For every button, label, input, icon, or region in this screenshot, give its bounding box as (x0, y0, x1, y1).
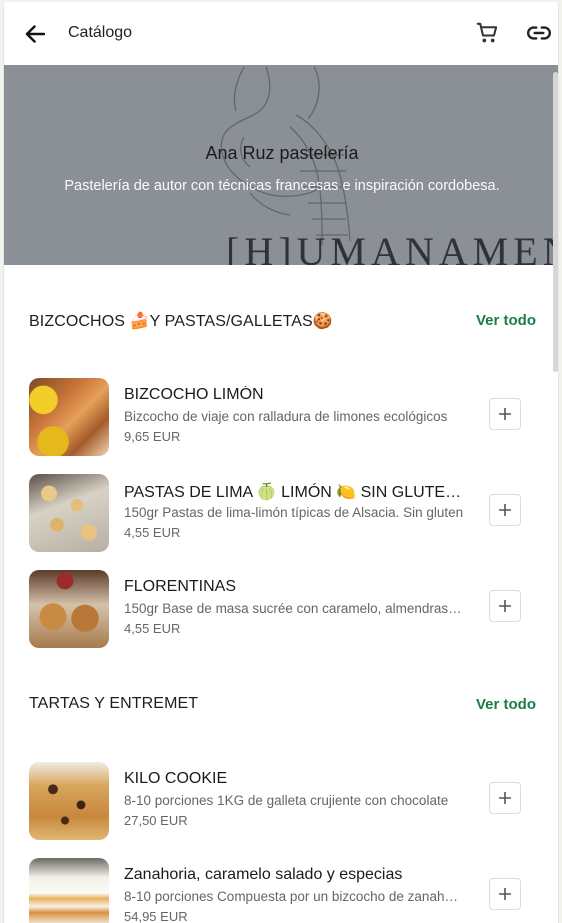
add-to-cart-button[interactable] (489, 782, 521, 814)
product-name: FLORENTINAS (124, 578, 237, 595)
plus-icon (499, 888, 511, 900)
cart-button[interactable] (475, 20, 501, 46)
see-all-link[interactable]: Ver todo (476, 696, 536, 713)
product-price: 27,50 EUR (124, 813, 188, 828)
product-image (29, 762, 109, 840)
product-item[interactable]: PASTAS DE LIMA 🍈 LIMÓN 🍋 SIN GLUTEN… 150… (4, 472, 558, 554)
product-name: Zanahoria, caramelo salado y especias (124, 866, 403, 883)
back-button[interactable] (22, 21, 48, 47)
product-description: 8-10 porciones Compuesta por un bizcocho… (124, 889, 464, 904)
shopping-cart-icon (476, 22, 498, 43)
product-price: 4,55 EUR (124, 621, 181, 636)
section-title: TARTAS Y ENTREMET (29, 695, 199, 712)
product-item[interactable]: BIZCOCHO LIMÓN Bizcocho de viaje con ral… (4, 376, 558, 458)
top-bar: Catálogo (4, 2, 558, 65)
product-item[interactable]: FLORENTINAS 150gr Base de masa sucrée co… (4, 568, 558, 650)
see-all-link[interactable]: Ver todo (476, 312, 536, 329)
product-item[interactable]: Zanahoria, caramelo salado y especias 8-… (4, 856, 558, 923)
banner-illustration: [H]UMANAMENTE (220, 66, 559, 265)
product-image (29, 474, 109, 552)
product-name: KILO COOKIE (124, 770, 228, 787)
share-link-button[interactable] (526, 20, 552, 46)
page-title: Catálogo (68, 24, 133, 41)
product-description: 150gr Base de masa sucrée con caramelo, … (124, 601, 464, 616)
store-name: Ana Ruz pastelería (205, 143, 359, 163)
store-banner: [H]UMANAMENTE Ana Ruz pastelería Pastele… (4, 65, 559, 265)
section-title: BIZCOCHOS 🍰Y PASTAS/GALLETAS🍪 (29, 313, 333, 330)
plus-icon (499, 408, 511, 420)
banner-brand-text: [H]UMANAMENTE (226, 229, 559, 265)
link-icon (527, 26, 551, 40)
product-image (29, 378, 109, 456)
add-to-cart-button[interactable] (489, 590, 521, 622)
plus-icon (499, 792, 511, 804)
product-image (29, 858, 109, 923)
plus-icon (499, 600, 511, 612)
add-to-cart-button[interactable] (489, 878, 521, 910)
product-item[interactable]: KILO COOKIE 8-10 porciones 1KG de gallet… (4, 760, 558, 842)
product-description: Bizcocho de viaje con ralladura de limon… (124, 409, 448, 424)
plus-icon (499, 504, 511, 516)
catalog-app: Catálogo [H]UMANAME Ana Ruz pastelería P… (3, 2, 559, 923)
arrow-left-icon (25, 25, 45, 43)
add-to-cart-button[interactable] (489, 494, 521, 526)
product-description: 150gr Pastas de lima-limón típicas de Al… (124, 505, 464, 520)
product-description: 8-10 porciones 1KG de galleta crujiente … (124, 793, 449, 808)
product-price: 54,95 EUR (124, 909, 188, 923)
section-header-bizcochos: BIZCOCHOS 🍰Y PASTAS/GALLETAS🍪 Ver todo (4, 305, 558, 335)
product-price: 4,55 EUR (124, 525, 181, 540)
add-to-cart-button[interactable] (489, 398, 521, 430)
product-price: 9,65 EUR (124, 429, 181, 444)
product-name: BIZCOCHO LIMÓN (124, 386, 264, 403)
product-image (29, 570, 109, 648)
section-header-tartas: TARTAS Y ENTREMET Ver todo (4, 689, 558, 719)
product-name: PASTAS DE LIMA 🍈 LIMÓN 🍋 SIN GLUTEN… (124, 484, 469, 501)
store-description: Pastelería de autor con técnicas frances… (64, 178, 500, 194)
